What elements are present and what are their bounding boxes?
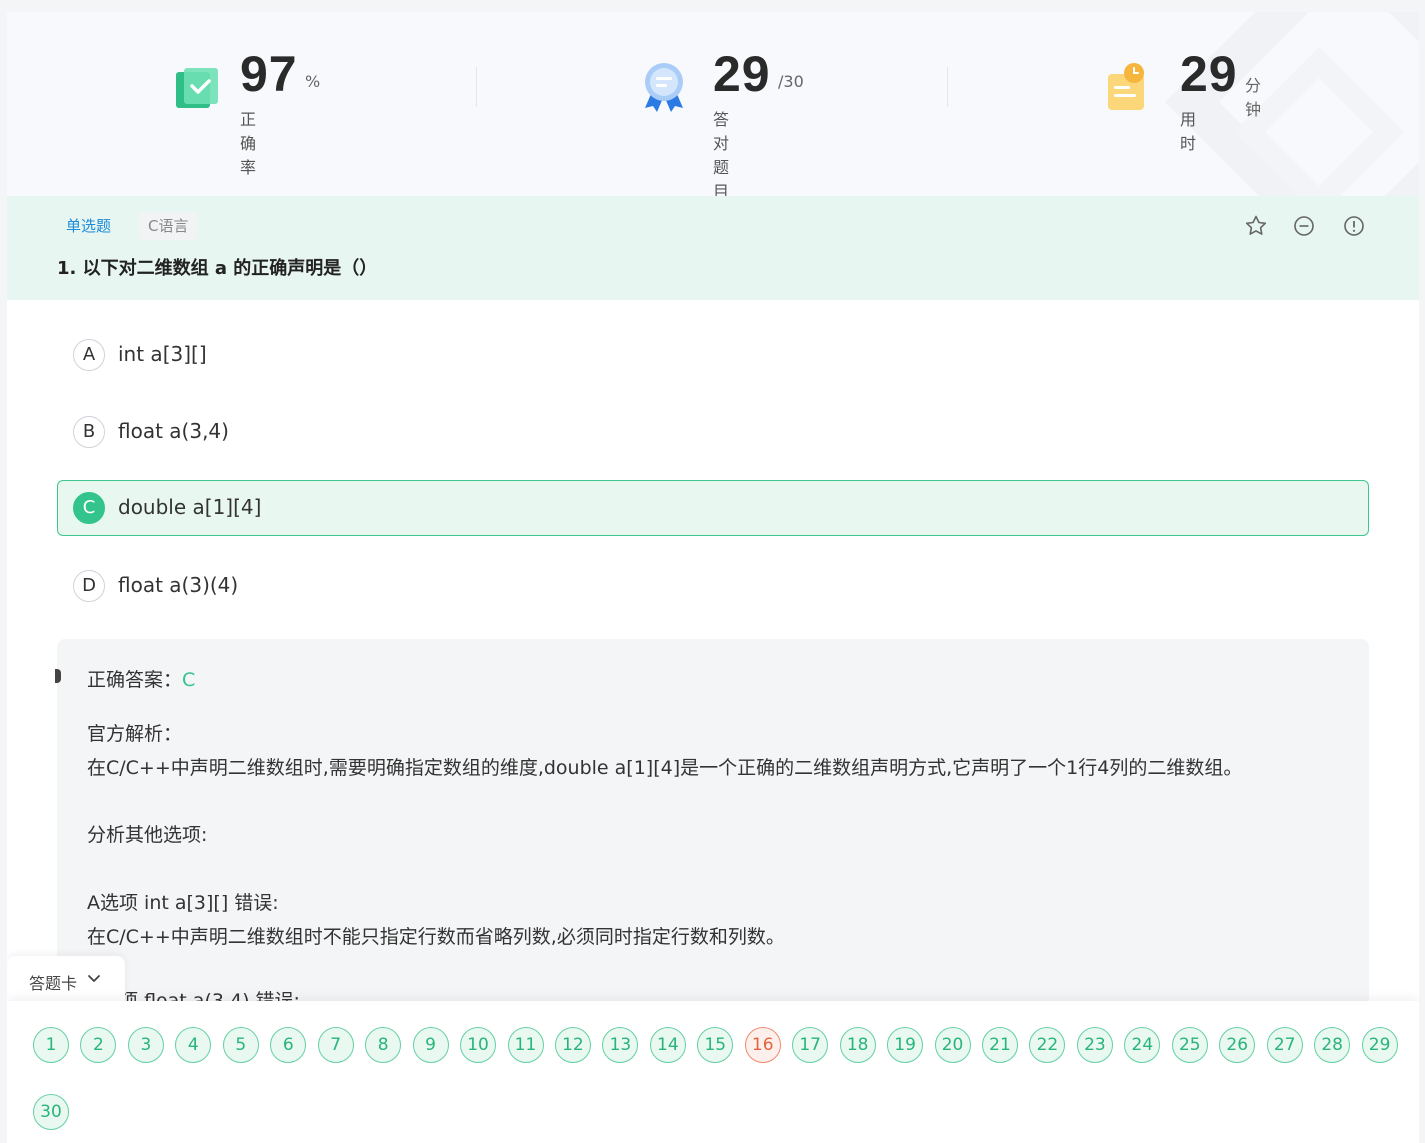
question-number-button[interactable]: 19 xyxy=(887,1027,924,1063)
accuracy-value: 97 xyxy=(240,46,298,102)
question-number-button[interactable]: 9 xyxy=(412,1027,449,1063)
question-number-button[interactable]: 12 xyxy=(554,1027,591,1063)
question-number-button[interactable]: 26 xyxy=(1219,1027,1256,1063)
question-header: 单选题 C语言 1. 以下对二维数组 a 的正确声明是（） xyxy=(7,196,1419,300)
question-number-button[interactable]: 27 xyxy=(1266,1027,1303,1063)
answer-card-toggle[interactable]: 答题卡 xyxy=(7,956,125,1004)
question-type-tag: 单选题 xyxy=(57,212,121,240)
remove-icon[interactable] xyxy=(1291,213,1317,239)
question-number-button[interactable]: 23 xyxy=(1076,1027,1113,1063)
question-title: 1. 以下对二维数组 a 的正确声明是（） xyxy=(57,258,378,279)
option-letter: B xyxy=(73,416,105,448)
option-d[interactable]: D float a(3)(4) xyxy=(57,558,1369,614)
question-number-button[interactable]: 17 xyxy=(792,1027,829,1063)
official-analysis-label: 官方解析： xyxy=(87,723,183,745)
question-number-button[interactable]: 3 xyxy=(127,1027,164,1063)
question-number-button[interactable]: 11 xyxy=(507,1027,544,1063)
divider xyxy=(947,67,948,107)
clock-clipboard-icon xyxy=(1108,63,1144,110)
option-a-analysis-text: 在C/C++中声明二维数组时不能只指定行数而省略列数,必须同时指定行数和列数。 xyxy=(87,926,785,948)
correct-count-label: 答对题目数 xyxy=(713,110,730,196)
option-c-selected[interactable]: C double a[1][4] xyxy=(57,480,1369,536)
question-number-button[interactable]: 7 xyxy=(317,1027,354,1063)
correct-answer: 正确答案：C xyxy=(87,665,195,692)
accuracy-unit: % xyxy=(305,72,321,91)
analysis-text: 在C/C++中声明二维数组时,需要明确指定数组的维度,double a[1][4… xyxy=(87,757,1243,779)
question-number-button[interactable]: 30 xyxy=(33,1094,69,1130)
result-page: 97 % 正确率 29 /30 答对题目数 xyxy=(7,12,1419,1143)
question-number-button[interactable]: 5 xyxy=(222,1027,259,1063)
time-unit: 分钟 xyxy=(1245,76,1262,119)
correct-count-total: /30 xyxy=(778,72,804,91)
question-number-button[interactable]: 25 xyxy=(1171,1027,1208,1063)
subject-tag: C语言 xyxy=(139,212,198,240)
option-text: float a(3)(4) xyxy=(118,573,239,597)
correct-count-value: 29 xyxy=(713,46,771,102)
question-number-button[interactable]: 10 xyxy=(460,1027,497,1063)
time-label: 用时 xyxy=(1180,110,1197,153)
medal-icon xyxy=(645,63,683,112)
question-number-button[interactable]: 21 xyxy=(982,1027,1018,1063)
stats-header: 97 % 正确率 29 /30 答对题目数 xyxy=(7,12,1419,196)
question-number-button[interactable]: 24 xyxy=(1124,1027,1161,1063)
answer-card-panel: 1 2 3 4 5 6 7 8 9 10 11 12 13 14 15 16 17 18 19 20 21 22 23 24 2… xyxy=(7,1001,1419,1143)
option-b[interactable]: B float a(3,4) xyxy=(57,404,1369,460)
report-error-icon[interactable] xyxy=(1341,213,1367,239)
chevron-down-icon xyxy=(88,975,100,982)
question-number-button[interactable]: 2 xyxy=(80,1027,117,1063)
question-number-button[interactable]: 6 xyxy=(270,1027,307,1063)
option-text: double a[1][4] xyxy=(118,495,262,519)
answer-card-label: 答题卡 xyxy=(29,974,78,993)
section-marker xyxy=(55,669,61,683)
question-number-button[interactable]: 4 xyxy=(175,1027,212,1063)
analysis-subheading: 分析其他选项: xyxy=(87,824,208,846)
option-text: int a[3][] xyxy=(118,342,207,366)
correct-answer-label: 正确答案： xyxy=(87,669,183,691)
divider xyxy=(476,67,477,107)
option-a-analysis-title: A选项 int a[3][] 错误: xyxy=(87,892,279,914)
correct-answer-value: C xyxy=(182,669,196,691)
question-number-button[interactable]: 18 xyxy=(839,1027,876,1063)
option-letter: C xyxy=(73,492,105,524)
star-icon[interactable] xyxy=(1243,213,1269,239)
option-letter: D xyxy=(73,570,105,602)
time-value: 29 xyxy=(1180,46,1238,102)
option-letter: A xyxy=(73,339,105,371)
check-book-icon xyxy=(176,68,218,108)
question-number-button[interactable]: 13 xyxy=(602,1027,639,1063)
accuracy-label: 正确率 xyxy=(240,110,257,177)
question-number-button[interactable]: 15 xyxy=(697,1027,734,1063)
question-number-button[interactable]: 22 xyxy=(1029,1027,1066,1063)
question-number-button[interactable]: 16 xyxy=(744,1027,781,1063)
question-number-button[interactable]: 8 xyxy=(365,1027,402,1063)
question-number-button[interactable]: 14 xyxy=(649,1027,686,1063)
option-text: float a(3,4) xyxy=(118,419,229,443)
question-number-button[interactable]: 1 xyxy=(33,1027,69,1063)
option-a[interactable]: A int a[3][] xyxy=(57,327,1369,383)
question-number-button[interactable]: 20 xyxy=(934,1027,971,1063)
question-number-button[interactable]: 29 xyxy=(1361,1027,1398,1063)
question-number-button[interactable]: 28 xyxy=(1314,1027,1351,1063)
